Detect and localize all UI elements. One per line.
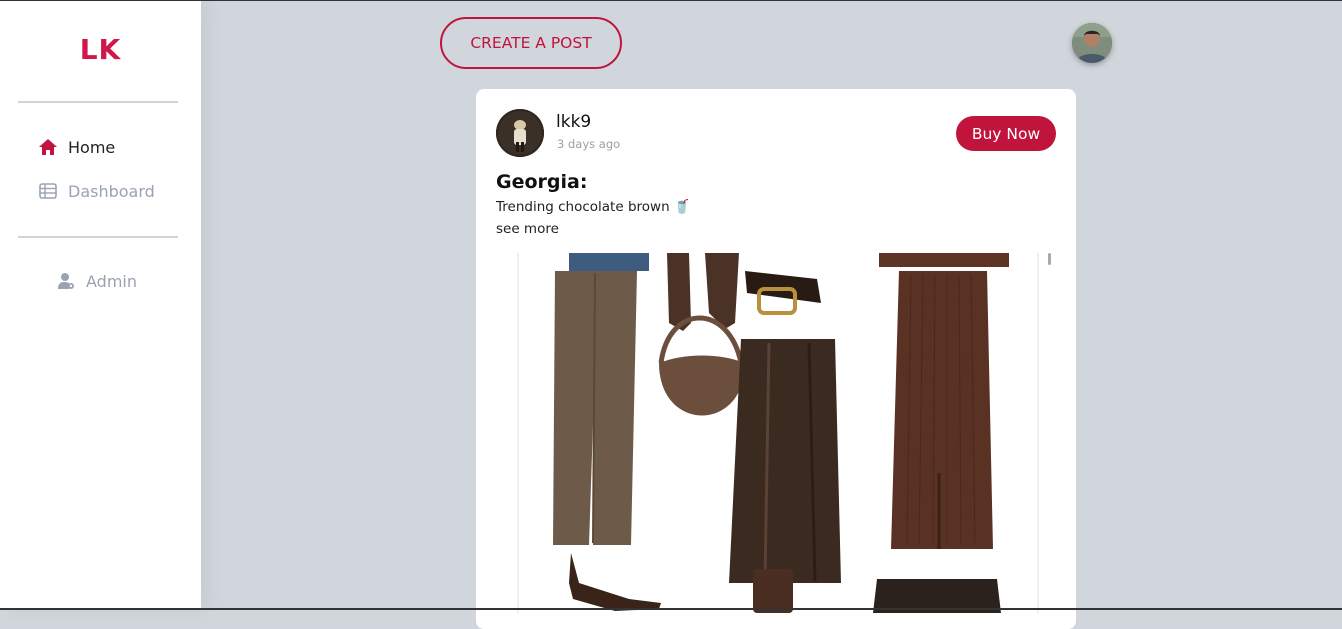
create-post-button[interactable]: CREATE A POST — [440, 17, 622, 69]
admin-user-icon — [56, 271, 76, 291]
table-icon — [38, 181, 58, 201]
sidebar-item-admin[interactable]: Admin — [56, 271, 137, 291]
sidebar: LK Home Dashboard Admin — [0, 1, 201, 608]
post-text: Trending chocolate brown 🥤 — [496, 199, 691, 215]
sidebar-divider — [18, 101, 178, 103]
profile-avatar[interactable] — [1072, 23, 1112, 63]
brand-logo[interactable]: LK — [0, 33, 201, 66]
post-author-avatar[interactable] — [496, 109, 544, 157]
sidebar-item-label: Admin — [86, 271, 137, 291]
sidebar-item-label: Dashboard — [68, 181, 155, 201]
post-image[interactable] — [517, 253, 1039, 613]
outfit-collage-image — [553, 253, 1009, 613]
post-title: Georgia: — [496, 171, 588, 193]
sidebar-item-label: Home — [68, 137, 116, 157]
see-more-link[interactable]: see more — [496, 221, 559, 237]
sidebar-divider — [18, 236, 178, 238]
post-username[interactable]: lkk9 — [556, 112, 591, 132]
post-card: lkk9 3 days ago Buy Now Georgia: Trendin… — [476, 89, 1076, 629]
image-scrollbar[interactable] — [1048, 253, 1051, 265]
buy-now-button[interactable]: Buy Now — [956, 116, 1056, 151]
post-timestamp: 3 days ago — [557, 137, 621, 151]
home-icon — [38, 137, 58, 157]
window-top-border — [0, 0, 1342, 1]
sidebar-item-home[interactable]: Home — [38, 137, 115, 157]
sidebar-item-dashboard[interactable]: Dashboard — [38, 181, 155, 201]
